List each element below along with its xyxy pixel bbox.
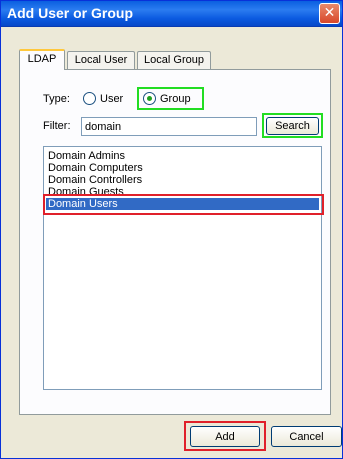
list-item[interactable]: Domain Admins	[46, 150, 125, 162]
window-title: Add User or Group	[7, 5, 134, 21]
cancel-button[interactable]: Cancel	[271, 426, 342, 447]
search-button[interactable]: Search	[266, 117, 319, 135]
filter-input[interactable]	[81, 117, 257, 136]
title-bar[interactable]: Add User or Group ✕	[1, 1, 342, 27]
type-user-label[interactable]: User	[100, 93, 123, 105]
radio-selected-dot	[147, 96, 152, 101]
close-icon: ✕	[323, 5, 336, 21]
ldap-tab-panel: Type: User Group Filter: Search Domain A…	[19, 69, 331, 415]
type-user-radio[interactable]	[83, 92, 96, 105]
filter-label: Filter:	[43, 120, 71, 132]
close-button[interactable]: ✕	[319, 3, 340, 24]
add-button[interactable]: Add	[190, 426, 260, 447]
list-item[interactable]: Domain Controllers	[46, 174, 142, 186]
results-listbox[interactable]: Domain Admins Domain Computers Domain Co…	[43, 146, 322, 390]
add-user-or-group-dialog: Add User or Group ✕ LDAP Local User Loca…	[0, 0, 343, 459]
type-group-radio[interactable]	[143, 92, 156, 105]
list-item[interactable]: Domain Computers	[46, 162, 143, 174]
tab-local-group[interactable]: Local Group	[137, 51, 211, 69]
tab-local-user[interactable]: Local User	[67, 51, 135, 69]
tab-ldap[interactable]: LDAP	[19, 49, 65, 70]
type-group-label[interactable]: Group	[160, 93, 191, 105]
type-label: Type:	[43, 93, 70, 105]
selected-item-highlight	[43, 194, 324, 215]
